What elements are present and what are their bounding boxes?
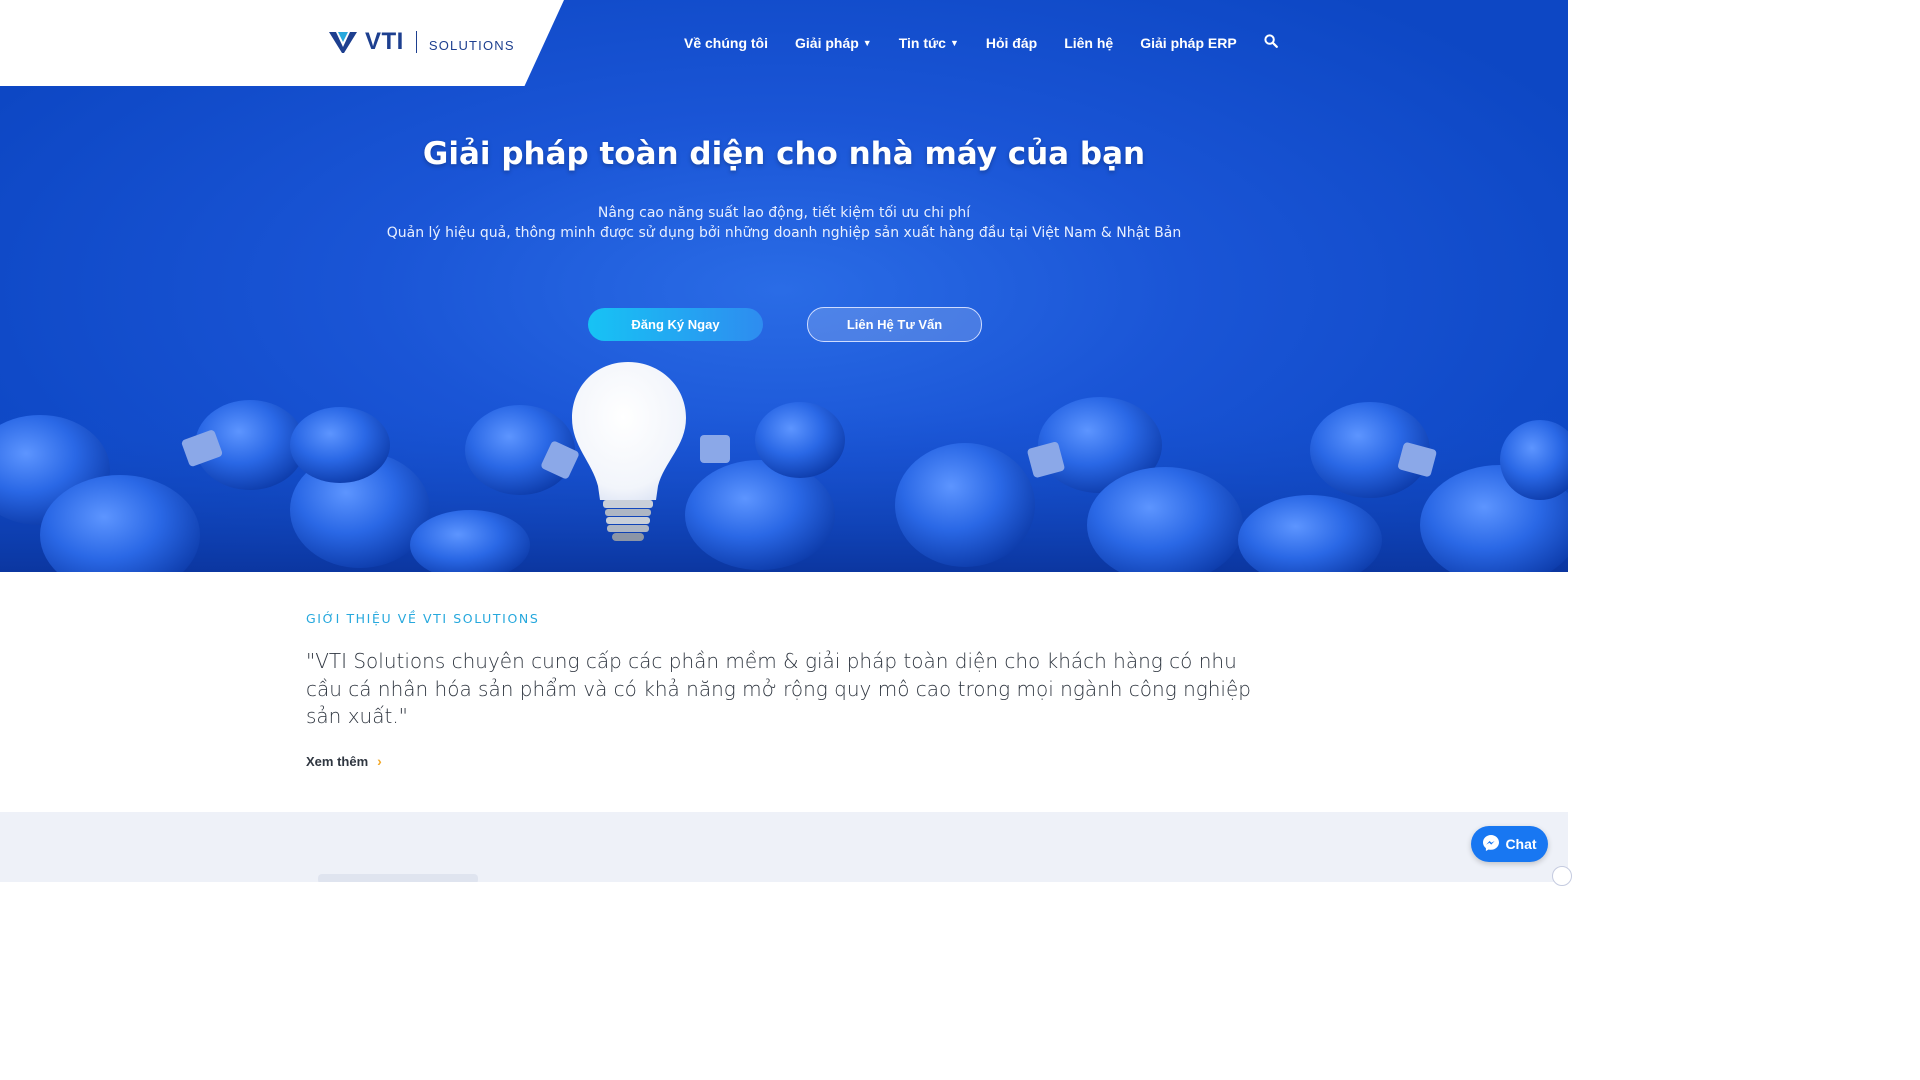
nav-about[interactable]: Về chúng tôi xyxy=(684,35,768,51)
nav-erp[interactable]: Giải pháp ERP xyxy=(1140,35,1236,51)
intro-quote: "VTI Solutions chuyên cung cấp các phần … xyxy=(306,649,1251,728)
search-icon[interactable] xyxy=(1264,33,1278,52)
chevron-right-icon: › xyxy=(377,753,382,769)
logo-divider xyxy=(415,31,417,53)
messenger-icon xyxy=(1482,834,1500,855)
nav-erp-label: Giải pháp ERP xyxy=(1140,34,1237,51)
nav-faq-label: Hỏi đáp xyxy=(985,34,1038,51)
chat-label: Chat xyxy=(1505,836,1537,852)
main-nav: Về chúng tôi Giải pháp ▼ Tin tức ▼ Hỏi đáp… xyxy=(684,33,1278,52)
intro-eyebrow: GIỚI THIỆU VỀ VTI SOLUTIONS xyxy=(306,611,540,626)
intro-section: GIỚI THIỆU VỀ VTI SOLUTIONS "VTI Solutio… xyxy=(0,572,1568,812)
nav-about-label: Về chúng tôi xyxy=(684,34,768,51)
nav-contact-label: Liên hệ xyxy=(1064,34,1114,51)
nav-solutions[interactable]: Giải pháp ▼ xyxy=(795,35,872,51)
contact-consult-button[interactable]: Liên Hệ Tư Vấn xyxy=(807,307,982,342)
nav-news-label: Tin tức xyxy=(898,34,946,51)
stat-bar xyxy=(318,874,478,882)
chat-button[interactable]: Chat xyxy=(1471,826,1548,862)
chevron-down-icon: ▼ xyxy=(949,37,959,48)
site-logo[interactable]: VTI SOLUTIONS xyxy=(329,28,515,56)
chevron-down-icon: ▼ xyxy=(862,37,872,48)
hero-section: VTI SOLUTIONS Về chúng tôi Giải pháp ▼ Ti… xyxy=(0,0,1568,572)
scroll-to-top-button[interactable] xyxy=(1552,866,1572,886)
hero-subtitle: Nâng cao năng suất lao động, tiết kiệm t… xyxy=(0,203,1568,243)
nav-news[interactable]: Tin tức ▼ xyxy=(899,35,959,51)
nav-faq[interactable]: Hỏi đáp xyxy=(986,35,1037,51)
stats-section xyxy=(0,812,1568,882)
logo-solutions-text: SOLUTIONS xyxy=(428,37,515,53)
vti-logo-mark-icon xyxy=(329,32,357,53)
hero-subtitle-line-1: Nâng cao năng suất lao động, tiết kiệm t… xyxy=(597,205,971,221)
nav-solutions-label: Giải pháp xyxy=(795,34,859,51)
register-now-button[interactable]: Đăng Ký Ngay xyxy=(588,308,763,341)
logo-vti-text: VTI xyxy=(365,28,404,55)
nav-contact[interactable]: Liên hệ xyxy=(1064,35,1113,51)
hero-subtitle-line-2: Quản lý hiệu quả, thông minh được sử dụn… xyxy=(386,225,1182,241)
read-more-label: Xem thêm xyxy=(306,753,369,769)
lightbulbs-illustration xyxy=(0,362,1568,572)
read-more-link[interactable]: Xem thêm › xyxy=(306,753,382,769)
hero-title: Giải pháp toàn diện cho nhà máy của bạn xyxy=(422,136,1146,172)
